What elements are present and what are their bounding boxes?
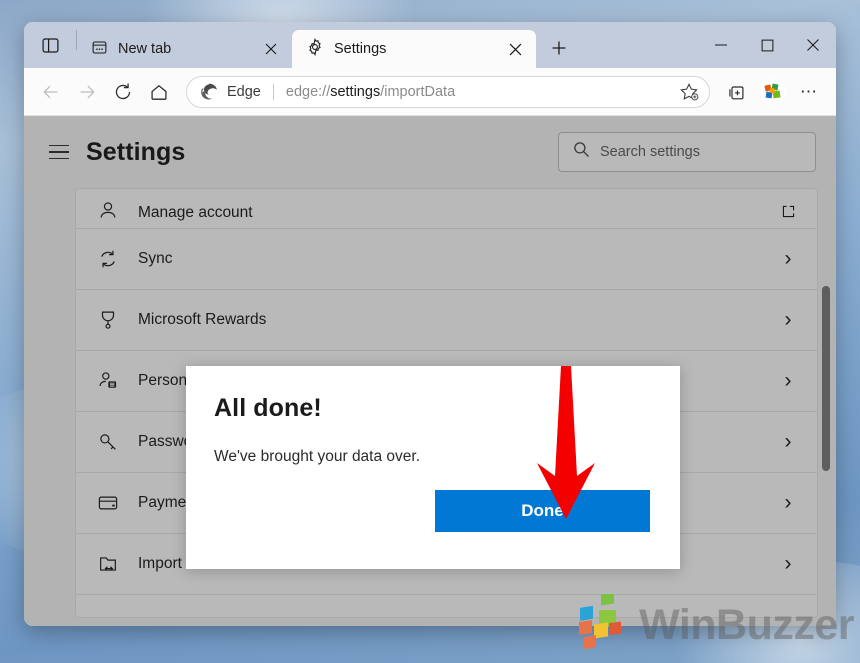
dialog-heading: All done! bbox=[214, 394, 322, 422]
settings-page: Settings Manage account bbox=[24, 116, 836, 626]
forward-arrow-icon bbox=[80, 85, 95, 98]
dialog-actions: Done bbox=[214, 490, 650, 532]
address-bar[interactable]: Edge edge://settings/importData bbox=[186, 75, 710, 108]
chevron-right-icon: › bbox=[784, 308, 792, 331]
search-icon bbox=[573, 141, 590, 163]
window-controls bbox=[698, 22, 836, 68]
profile-avatar-icon bbox=[760, 78, 786, 105]
back-button[interactable] bbox=[34, 75, 68, 109]
newtab-page-icon bbox=[91, 39, 108, 60]
page-title: Settings bbox=[86, 137, 186, 166]
chevron-right-icon: › bbox=[784, 430, 792, 453]
external-link-icon bbox=[777, 200, 799, 222]
settings-row-label: Manage account bbox=[138, 204, 253, 221]
add-favorite-star-icon[interactable] bbox=[675, 78, 703, 106]
page-scrollbar[interactable] bbox=[819, 116, 833, 626]
url-prefix: edge:// bbox=[285, 83, 331, 100]
close-window-button[interactable] bbox=[790, 22, 836, 68]
minimize-icon bbox=[715, 44, 727, 46]
close-icon[interactable] bbox=[504, 38, 526, 60]
home-icon bbox=[151, 84, 167, 100]
chevron-right-icon: › bbox=[784, 552, 792, 575]
chevron-right-icon: › bbox=[784, 491, 792, 514]
settings-row-label: Microsoft Rewards bbox=[138, 311, 267, 328]
import-browser-data-icon bbox=[96, 552, 120, 576]
minimize-button[interactable] bbox=[698, 22, 744, 68]
gear-icon bbox=[306, 37, 324, 60]
search-settings-box[interactable] bbox=[558, 132, 816, 172]
browser-window: New tab Settings Edge edge://settings/im… bbox=[24, 22, 836, 626]
done-button[interactable]: Done bbox=[435, 490, 650, 532]
omnibox-url[interactable]: edge://settings/importData bbox=[286, 84, 667, 100]
settings-row-sync[interactable]: Sync › bbox=[76, 229, 817, 290]
collections-button[interactable] bbox=[720, 75, 754, 109]
omnibox-separator bbox=[272, 83, 274, 100]
forward-button[interactable] bbox=[70, 75, 104, 109]
chevron-right-icon: › bbox=[784, 247, 792, 270]
search-input[interactable] bbox=[600, 144, 801, 160]
tab-title: Settings bbox=[334, 41, 387, 57]
tab-new-tab[interactable]: New tab bbox=[77, 30, 292, 68]
tab-title: New tab bbox=[118, 41, 172, 57]
url-path: /importData bbox=[380, 83, 456, 100]
refresh-button[interactable] bbox=[106, 75, 140, 109]
dialog-body-text: We've brought your data over. bbox=[214, 448, 421, 465]
omnibox-brand: Edge bbox=[227, 83, 261, 100]
account-icon bbox=[96, 198, 120, 222]
tab-actions-menu-icon bbox=[35, 30, 65, 60]
credit-card-icon bbox=[96, 491, 120, 515]
new-tab-button[interactable] bbox=[542, 31, 576, 65]
maximize-button[interactable] bbox=[744, 22, 790, 68]
chevron-right-icon: › bbox=[784, 369, 792, 392]
navigation-toolbar: Edge edge://settings/importData ⋯ bbox=[24, 68, 836, 116]
edge-logo-icon bbox=[199, 82, 219, 102]
scrollbar-thumb[interactable] bbox=[822, 286, 830, 471]
tab-actions-button[interactable] bbox=[24, 22, 76, 68]
settings-row-partial[interactable] bbox=[76, 595, 817, 617]
url-domain: settings bbox=[330, 83, 381, 100]
tab-strip: New tab Settings bbox=[24, 22, 836, 68]
tab-settings[interactable]: Settings bbox=[292, 30, 536, 68]
more-options-button[interactable]: ⋯ bbox=[792, 75, 826, 109]
hamburger-menu-icon[interactable] bbox=[42, 135, 76, 169]
refresh-icon bbox=[115, 82, 131, 99]
ellipsis-icon: ⋯ bbox=[800, 81, 818, 101]
settings-row-microsoft-rewards[interactable]: Microsoft Rewards › bbox=[76, 290, 817, 351]
collections-icon bbox=[729, 85, 744, 99]
rewards-medal-icon bbox=[96, 308, 120, 332]
settings-row-label: Sync bbox=[138, 250, 173, 267]
sync-icon bbox=[96, 247, 120, 271]
close-icon bbox=[807, 39, 819, 51]
close-icon[interactable] bbox=[260, 38, 282, 60]
profile-button[interactable] bbox=[756, 75, 790, 109]
back-arrow-icon bbox=[43, 85, 58, 98]
all-done-dialog: All done! We've brought your data over. … bbox=[186, 366, 680, 569]
plus-icon bbox=[552, 41, 566, 55]
personal-info-icon bbox=[96, 369, 120, 393]
maximize-icon bbox=[761, 39, 773, 51]
settings-header: Settings bbox=[24, 116, 836, 188]
key-icon bbox=[96, 430, 120, 454]
settings-row-manage-account[interactable]: Manage account bbox=[76, 189, 817, 229]
home-button[interactable] bbox=[142, 75, 176, 109]
